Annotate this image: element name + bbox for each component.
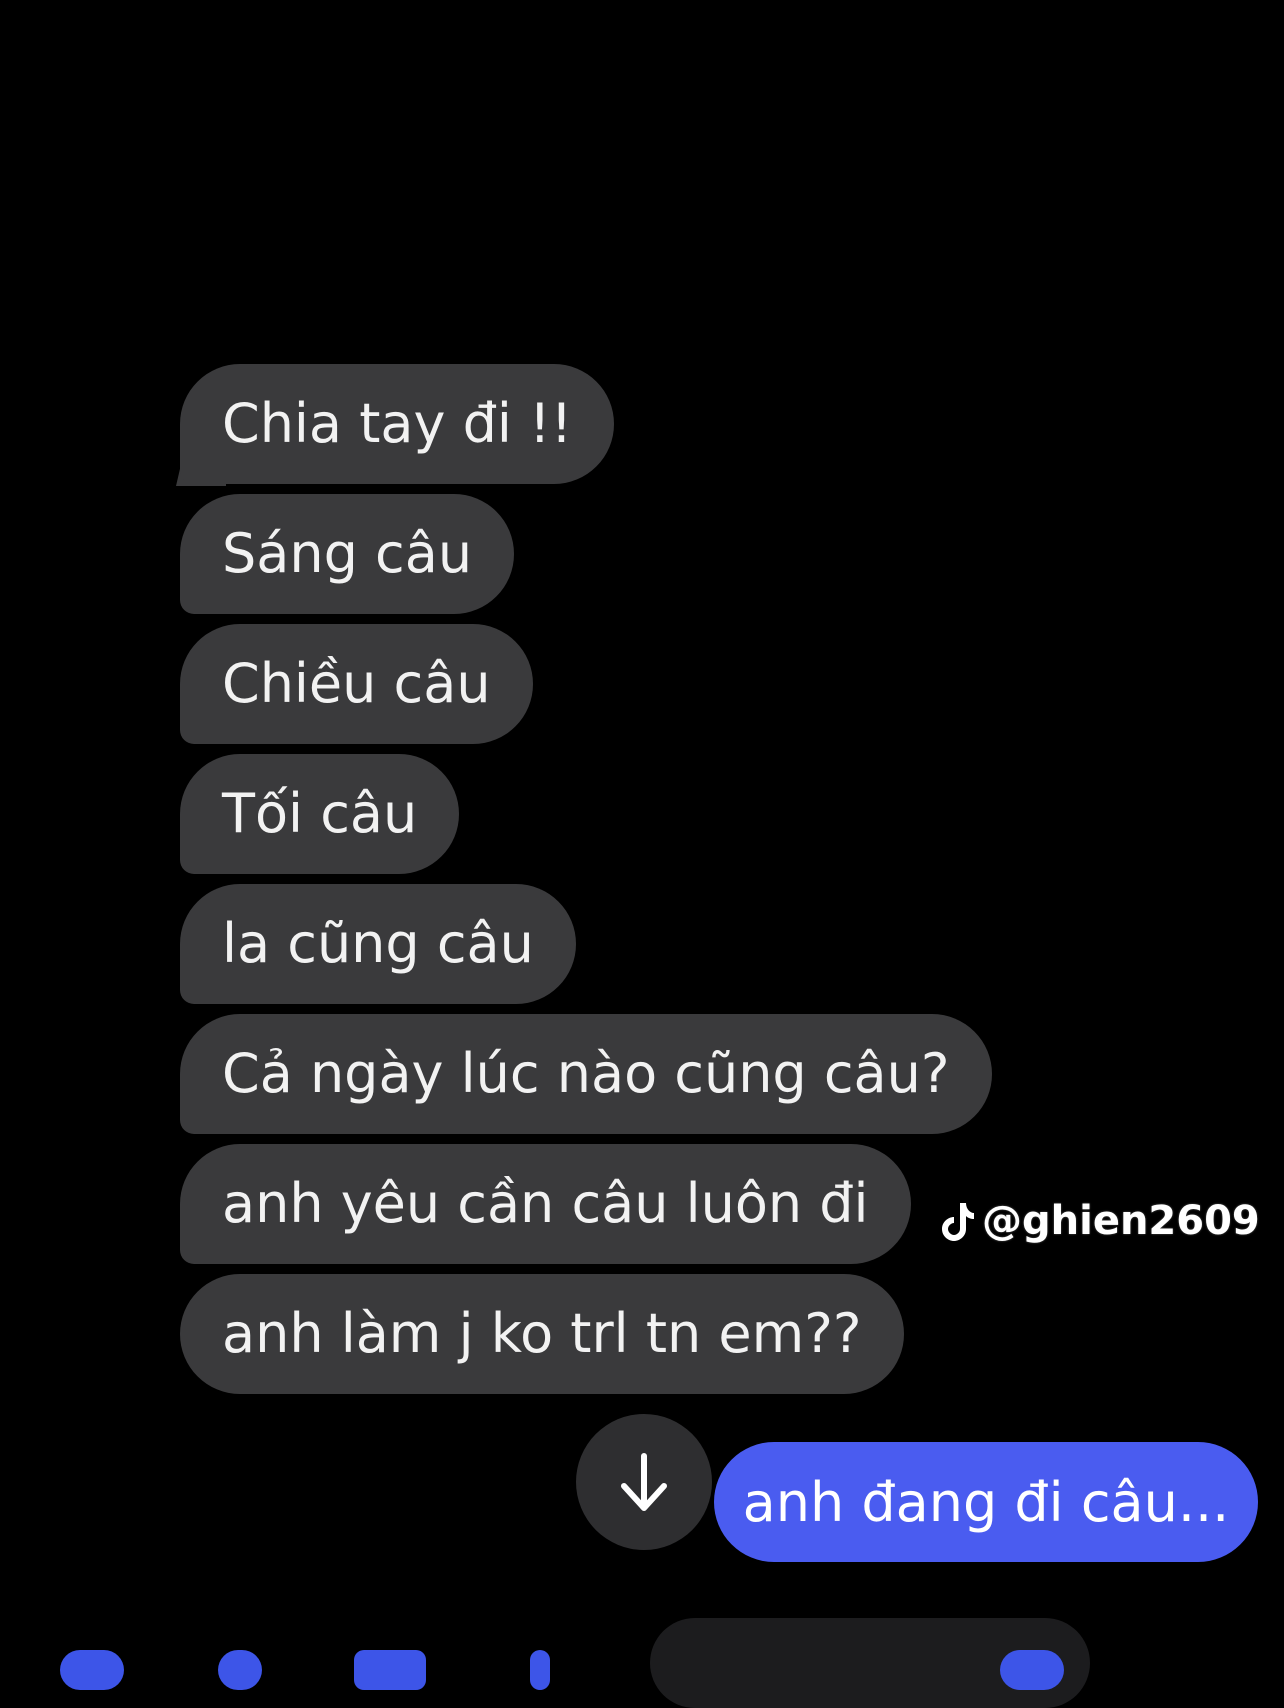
message-text: Sáng câu — [222, 522, 473, 585]
message-text: Chia tay đi !! — [222, 392, 573, 455]
message-text: Tối câu — [222, 782, 418, 845]
arrow-down-icon — [621, 1453, 667, 1511]
message-text: anh làm j ko trl tn em?? — [222, 1302, 862, 1365]
composer-bar — [0, 1634, 1284, 1674]
tiktok-icon — [942, 1203, 974, 1241]
watermark-text: @ghien2609 — [982, 1198, 1260, 1244]
incoming-message[interactable]: Chia tay đi !! — [180, 364, 615, 484]
incoming-message[interactable]: Sáng câu — [180, 494, 515, 614]
toolbar-button[interactable] — [60, 1650, 124, 1690]
incoming-message[interactable]: la cũng câu — [180, 884, 576, 1004]
message-text: Cả ngày lúc nào cũng câu? — [222, 1042, 950, 1105]
incoming-message[interactable]: anh yêu cần câu luôn đi — [180, 1144, 911, 1264]
message-text: la cũng câu — [222, 912, 534, 975]
toolbar-button[interactable] — [530, 1650, 550, 1690]
incoming-message[interactable]: Chiều câu — [180, 624, 533, 744]
incoming-message[interactable]: anh làm j ko trl tn em?? — [180, 1274, 904, 1394]
message-text: Chiều câu — [222, 652, 491, 715]
incoming-message[interactable]: Cả ngày lúc nào cũng câu? — [180, 1014, 992, 1134]
scroll-down-button[interactable] — [576, 1414, 712, 1550]
incoming-message[interactable]: Tối câu — [180, 754, 460, 874]
outgoing-message[interactable]: anh đang đi câu... — [714, 1442, 1258, 1562]
message-text: anh yêu cần câu luôn đi — [222, 1172, 869, 1235]
watermark: @ghien2609 — [940, 1198, 1260, 1244]
toolbar-button[interactable] — [1000, 1650, 1064, 1690]
chat-screen: Chia tay đi !! Sáng câu Chiều câu Tối câ… — [0, 0, 1284, 1708]
toolbar-button[interactable] — [354, 1650, 426, 1690]
message-text: anh đang đi câu... — [742, 1470, 1230, 1534]
toolbar-button[interactable] — [218, 1650, 262, 1690]
